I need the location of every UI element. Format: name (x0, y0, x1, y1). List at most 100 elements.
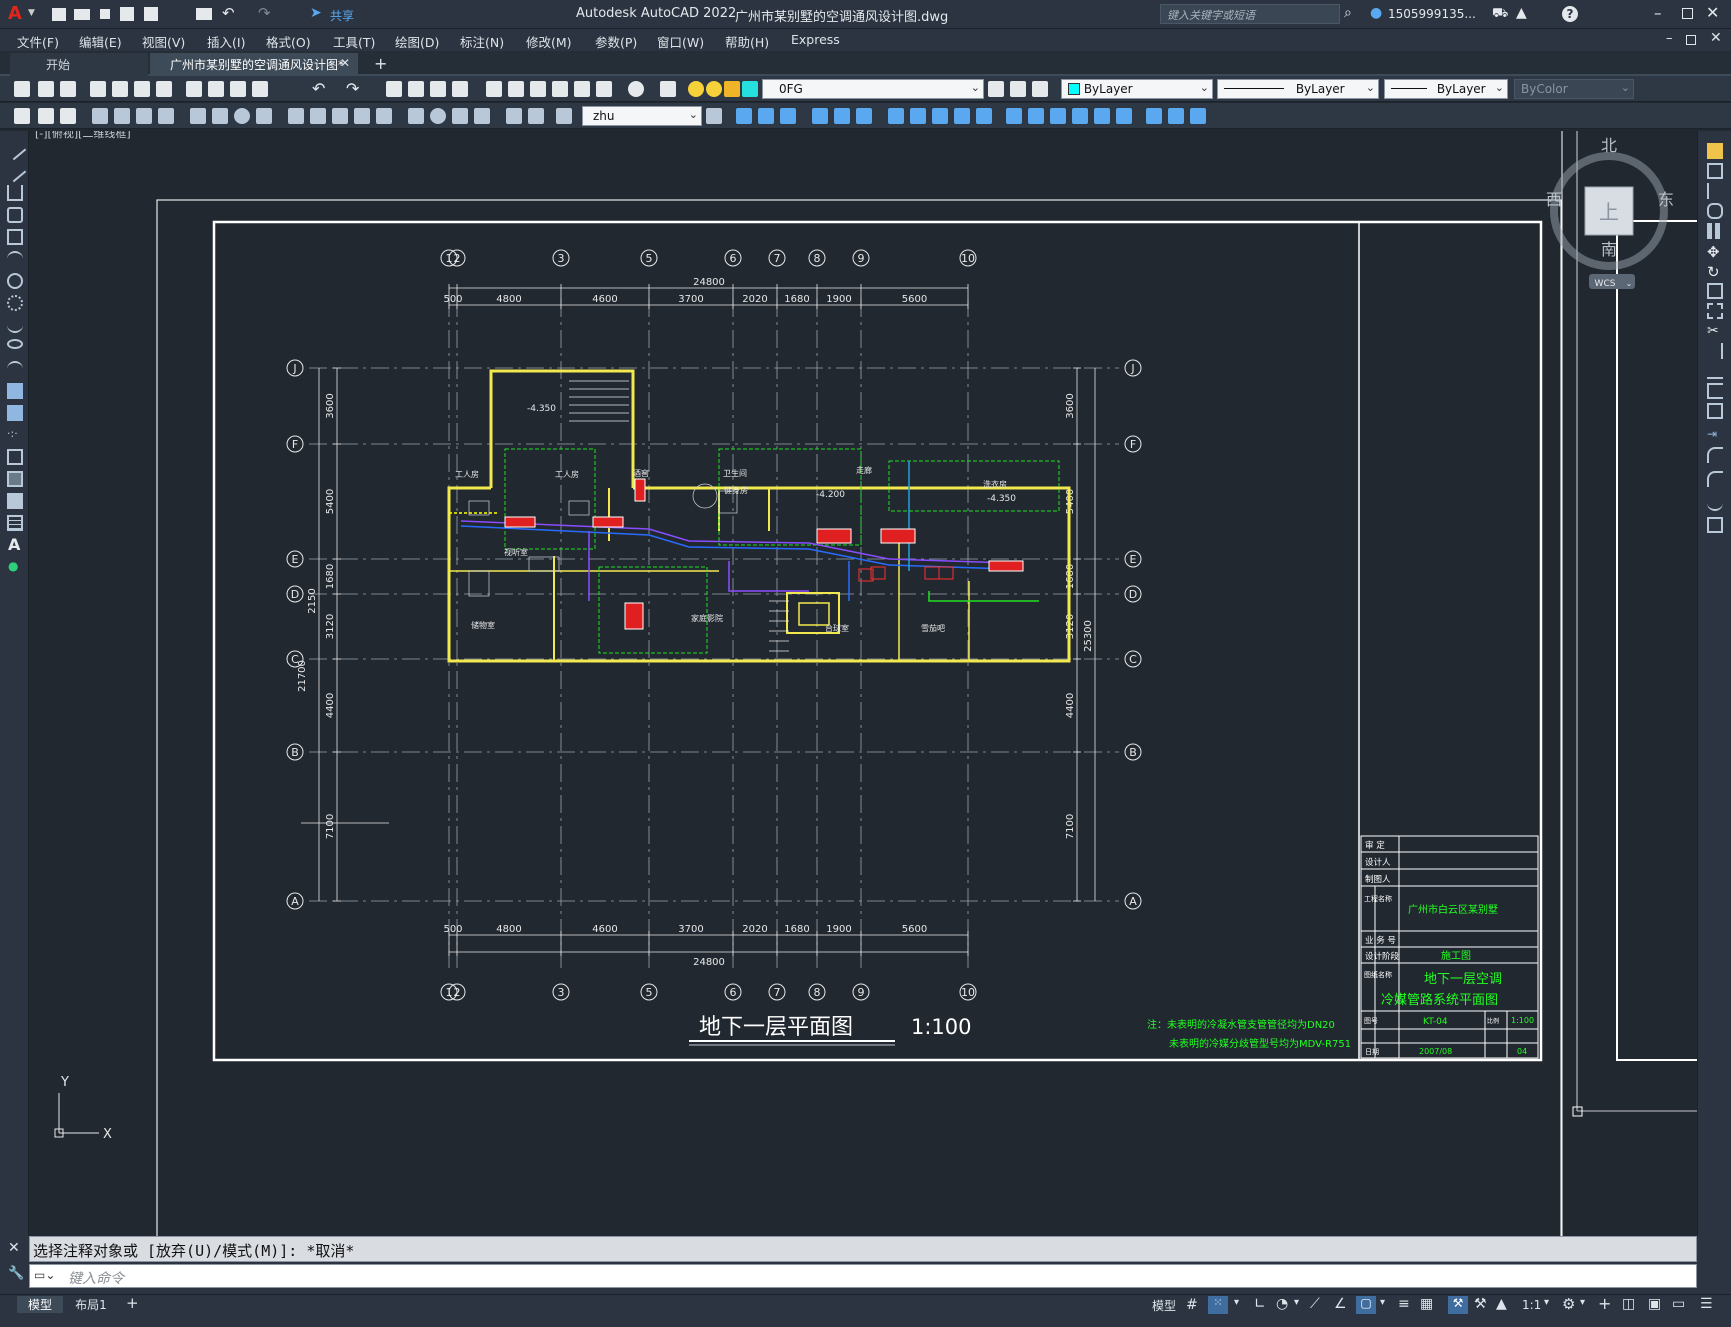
tb-splinedit-icon[interactable] (1190, 108, 1206, 124)
menu-file[interactable]: 文件(F) (17, 32, 59, 51)
revcloud-icon[interactable] (7, 295, 23, 311)
join-icon[interactable] (1707, 403, 1723, 419)
menu-modify[interactable]: 修改(M) (526, 32, 572, 51)
tb-cut-icon[interactable] (186, 81, 202, 97)
tb-center-mark-icon[interactable] (430, 108, 446, 124)
point-icon[interactable]: ·:· (7, 427, 23, 443)
spline-icon[interactable] (7, 317, 23, 333)
tab-model[interactable]: 模型 (17, 1296, 63, 1313)
tb-break-icon[interactable] (376, 108, 392, 124)
tab-close-icon[interactable]: ✕ (340, 56, 350, 70)
polar-chevron-icon[interactable]: ▾ (1294, 1297, 1299, 1308)
menu-view[interactable]: 视图(V) (142, 32, 185, 51)
tb-paste-icon[interactable] (230, 81, 246, 97)
tb-erase-icon[interactable] (736, 108, 752, 124)
fillet-icon[interactable] (1707, 447, 1723, 463)
tab-layout1[interactable]: 布局1 (66, 1296, 116, 1313)
tb-publish-icon[interactable] (134, 81, 150, 97)
workspace-icon[interactable]: ⚙ (1562, 1295, 1575, 1313)
tb-stretch-icon[interactable] (932, 108, 948, 124)
tb-save-icon[interactable] (60, 81, 76, 97)
menu-express[interactable]: Express (791, 32, 840, 47)
customize-icon[interactable]: ☰ (1700, 1296, 1713, 1312)
add-selected-icon[interactable]: ● (8, 559, 24, 575)
view-cube[interactable]: 上 北 南 东 西 WCS ⌄ (1546, 136, 1674, 289)
menu-help[interactable]: 帮助(H) (725, 32, 769, 51)
tb-linear-dim-icon[interactable] (92, 108, 108, 124)
layer-freeze-icon[interactable] (706, 81, 722, 97)
tb-offset-icon[interactable] (812, 108, 828, 124)
app-menu-chevron-icon[interactable]: ▼ (28, 8, 35, 18)
cart-icon[interactable]: ⛟ (1492, 6, 1508, 23)
blend-curves-icon[interactable] (1707, 471, 1723, 487)
hatch-icon[interactable] (7, 449, 23, 465)
tb-3dprint-icon[interactable] (156, 81, 172, 97)
autocad-logo-icon[interactable]: A (8, 4, 26, 24)
tb-radius-icon[interactable] (190, 108, 206, 124)
doc-close-icon[interactable]: ✕ (1710, 30, 1722, 46)
tb-ordinate-icon[interactable] (158, 108, 174, 124)
erase-icon[interactable] (1707, 143, 1723, 159)
menu-format[interactable]: 格式(O) (266, 32, 311, 51)
share-label[interactable]: 共享 (330, 7, 354, 24)
plotstyle-combo[interactable]: ByColor ⌄ (1514, 79, 1634, 99)
polyline-icon[interactable] (7, 185, 23, 201)
tb-extend-icon[interactable] (976, 108, 992, 124)
tb-scale-icon[interactable] (910, 108, 926, 124)
rectangle-icon[interactable] (7, 229, 23, 245)
tb-layer-previous-icon[interactable] (1010, 81, 1026, 97)
tb-pan-icon[interactable] (386, 81, 402, 97)
tb-zoom-window-icon[interactable] (430, 81, 446, 97)
tb-toolpalettes-icon[interactable] (530, 81, 546, 97)
tb-dim-save-icon[interactable] (38, 108, 54, 124)
color-combo[interactable]: ByLayer ⌄ (1061, 79, 1213, 99)
layer-lock-icon[interactable] (724, 81, 740, 97)
tb-undo-icon[interactable]: ↶ (312, 79, 325, 98)
tb-calc-icon[interactable] (596, 81, 612, 97)
model-space-button[interactable]: 模型 (1152, 1297, 1176, 1314)
clean-screen-icon[interactable]: ▭ (1672, 1296, 1685, 1312)
tb-open-icon[interactable] (38, 81, 54, 97)
tb-continue-icon[interactable] (332, 108, 348, 124)
tb-angular-icon[interactable] (256, 108, 272, 124)
make-block-icon[interactable] (7, 405, 23, 421)
ortho-icon[interactable]: ∟ (1254, 1296, 1266, 1312)
tb-chamfer-icon[interactable] (1072, 108, 1088, 124)
search-input[interactable]: 键入关键字或短语 (1167, 7, 1255, 23)
tb-layer-properties-icon[interactable] (660, 81, 676, 97)
qat-open-icon[interactable] (74, 9, 90, 20)
tb-aligned-dim-icon[interactable] (114, 108, 130, 124)
maximize-icon[interactable] (1682, 8, 1693, 19)
close-icon[interactable]: ✕ (1706, 3, 1719, 22)
tb-baseline-icon[interactable] (310, 108, 326, 124)
annotation-scale-value[interactable]: 1:1 (1522, 1298, 1541, 1312)
break-icon[interactable] (1707, 383, 1723, 399)
tb-mirror-icon[interactable] (780, 108, 796, 124)
tb-fillet-icon[interactable] (1094, 108, 1110, 124)
tb-arc-length-icon[interactable] (136, 108, 152, 124)
drawing-canvas[interactable]: 500 4800 4600 3700 2020 1680 1900 560024800500 4… (29, 131, 1697, 1236)
spline-edit-icon[interactable] (1707, 495, 1723, 511)
tb-quick-dim-icon[interactable] (14, 108, 30, 124)
tb-markup-icon[interactable] (574, 81, 590, 97)
menu-window[interactable]: 窗口(W) (657, 32, 704, 51)
break-at-point-icon[interactable] (1707, 363, 1723, 379)
extend-icon[interactable] (1707, 343, 1723, 359)
tb-matchprop-icon[interactable] (252, 81, 268, 97)
tb-dim-style-icon[interactable] (60, 108, 76, 124)
tb-help-icon[interactable] (628, 81, 644, 97)
tab-active-drawing[interactable]: 广州市某别墅的空调通风设计图* ✕ (150, 53, 358, 76)
polygon-icon[interactable] (7, 207, 23, 223)
tb-dim-override-icon[interactable] (706, 108, 722, 124)
qat-undo-icon[interactable]: ↶ (222, 4, 235, 22)
mirror-icon[interactable] (1707, 183, 1723, 199)
dimstyle-combo[interactable]: zhu ⌄ (582, 106, 702, 126)
layer-color-icon[interactable] (742, 81, 758, 97)
snap-icon[interactable]: ⁙ (1208, 1296, 1228, 1314)
stretch-icon[interactable] (1707, 303, 1723, 319)
ellipse-arc-icon[interactable] (7, 361, 23, 377)
qat-saveas-icon[interactable] (120, 7, 134, 21)
add-layout-icon[interactable]: + (126, 1294, 139, 1312)
osnap-tracking-icon[interactable]: ∠ (1334, 1296, 1347, 1312)
copy-icon[interactable] (1707, 163, 1723, 179)
